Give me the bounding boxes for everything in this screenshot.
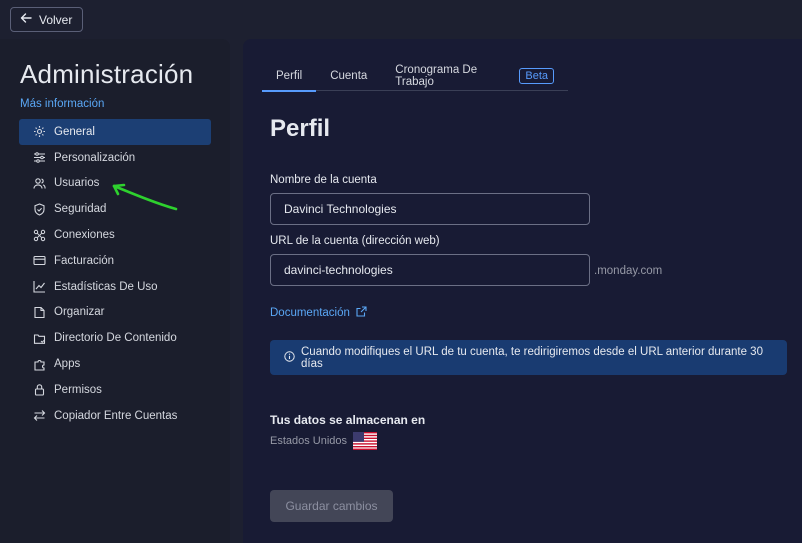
sidebar-item-organizar[interactable]: Organizar bbox=[19, 300, 211, 326]
chart-icon bbox=[33, 280, 46, 293]
arrow-left-icon bbox=[19, 11, 33, 28]
account-name-value: Davinci Technologies bbox=[284, 202, 397, 216]
account-url-label: URL de la cuenta (dirección web) bbox=[270, 235, 440, 247]
sidebar-item-label: General bbox=[54, 125, 95, 138]
gear-icon bbox=[33, 125, 46, 138]
swap-icon bbox=[33, 409, 46, 422]
tab-cronograma[interactable]: Cronograma De Trabajo Beta bbox=[381, 61, 568, 91]
tab-perfil[interactable]: Perfil bbox=[262, 61, 317, 92]
info-icon bbox=[284, 350, 295, 365]
sidebar-item-apps[interactable]: Apps bbox=[19, 351, 211, 377]
account-url-value: davinci-technologies bbox=[284, 263, 393, 277]
info-banner: Cuando modifiques el URL de tu cuenta, t… bbox=[270, 340, 787, 375]
sidebar-item-permisos[interactable]: Permisos bbox=[19, 377, 211, 403]
beta-badge: Beta bbox=[519, 67, 554, 84]
tab-cuenta[interactable]: Cuenta bbox=[316, 61, 381, 91]
documentation-label: Documentación bbox=[270, 307, 350, 319]
page-title: Perfil bbox=[270, 115, 331, 142]
sidebar-item-general[interactable]: General bbox=[19, 119, 211, 145]
us-flag-icon bbox=[353, 432, 378, 450]
back-button[interactable]: Volver bbox=[10, 7, 84, 32]
sliders-icon bbox=[33, 151, 46, 164]
admin-sidebar: Administración Más información General P… bbox=[0, 39, 230, 543]
tab-label: Perfil bbox=[276, 69, 303, 82]
sidebar-item-estadisticas[interactable]: Estadísticas De Uso bbox=[19, 274, 211, 300]
sidebar-item-personalizacion[interactable]: Personalización bbox=[19, 145, 211, 171]
credit-card-icon bbox=[33, 254, 46, 267]
sidebar-item-label: Copiador Entre Cuentas bbox=[54, 409, 178, 422]
sidebar-item-label: Usuarios bbox=[54, 177, 100, 190]
sidebar-item-label: Directorio De Contenido bbox=[54, 332, 177, 345]
sidebar-item-label: Personalización bbox=[54, 151, 136, 164]
sidebar-item-copiador[interactable]: Copiador Entre Cuentas bbox=[19, 403, 211, 429]
sidebar-item-label: Apps bbox=[54, 358, 81, 371]
puzzle-icon bbox=[33, 358, 46, 371]
account-name-field[interactable]: Davinci Technologies bbox=[270, 193, 590, 225]
organize-icon bbox=[33, 306, 46, 319]
folder-icon bbox=[33, 332, 46, 345]
save-changes-button[interactable]: Guardar cambios bbox=[270, 490, 393, 522]
sidebar-nav: General Personalización Usuarios Segurid… bbox=[19, 119, 211, 429]
sidebar-item-label: Estadísticas De Uso bbox=[54, 280, 158, 293]
annotation-arrow-icon bbox=[112, 183, 178, 211]
data-storage-location: Estados Unidos bbox=[270, 432, 378, 450]
sidebar-item-label: Facturación bbox=[54, 254, 115, 267]
account-url-suffix: .monday.com bbox=[594, 265, 663, 277]
info-banner-text: Cuando modifiques el URL de tu cuenta, t… bbox=[301, 345, 763, 370]
sidebar-item-label: Conexiones bbox=[54, 229, 115, 242]
users-icon bbox=[33, 177, 46, 190]
account-name-label: Nombre de la cuenta bbox=[270, 174, 377, 186]
sidebar-item-label: Seguridad bbox=[54, 203, 107, 216]
lock-icon bbox=[33, 383, 46, 396]
account-url-field[interactable]: davinci-technologies bbox=[270, 254, 590, 286]
back-label: Volver bbox=[39, 12, 73, 27]
connections-icon bbox=[33, 229, 46, 242]
tab-bar: Perfil Cuenta Cronograma De Trabajo Beta bbox=[262, 61, 568, 92]
tab-label: Cronograma De Trabajo bbox=[395, 63, 478, 88]
documentation-link[interactable]: Documentación bbox=[270, 306, 367, 320]
sidebar-item-label: Organizar bbox=[54, 306, 105, 319]
shield-icon bbox=[33, 203, 46, 216]
sidebar-item-facturacion[interactable]: Facturación bbox=[19, 248, 211, 274]
data-storage-country: Estados Unidos bbox=[270, 435, 348, 447]
external-link-icon bbox=[356, 306, 367, 320]
data-storage-title: Tus datos se almacenan en bbox=[270, 413, 426, 427]
sidebar-item-label: Permisos bbox=[54, 383, 102, 396]
more-info-link[interactable]: Más información bbox=[20, 98, 104, 110]
tab-label: Cuenta bbox=[330, 69, 368, 82]
sidebar-item-directorio[interactable]: Directorio De Contenido bbox=[19, 325, 211, 351]
top-bar: Volver bbox=[0, 0, 802, 38]
sidebar-item-conexiones[interactable]: Conexiones bbox=[19, 222, 211, 248]
sidebar-title: Administración bbox=[20, 59, 194, 89]
main-panel: Perfil Cuenta Cronograma De Trabajo Beta… bbox=[243, 39, 802, 543]
